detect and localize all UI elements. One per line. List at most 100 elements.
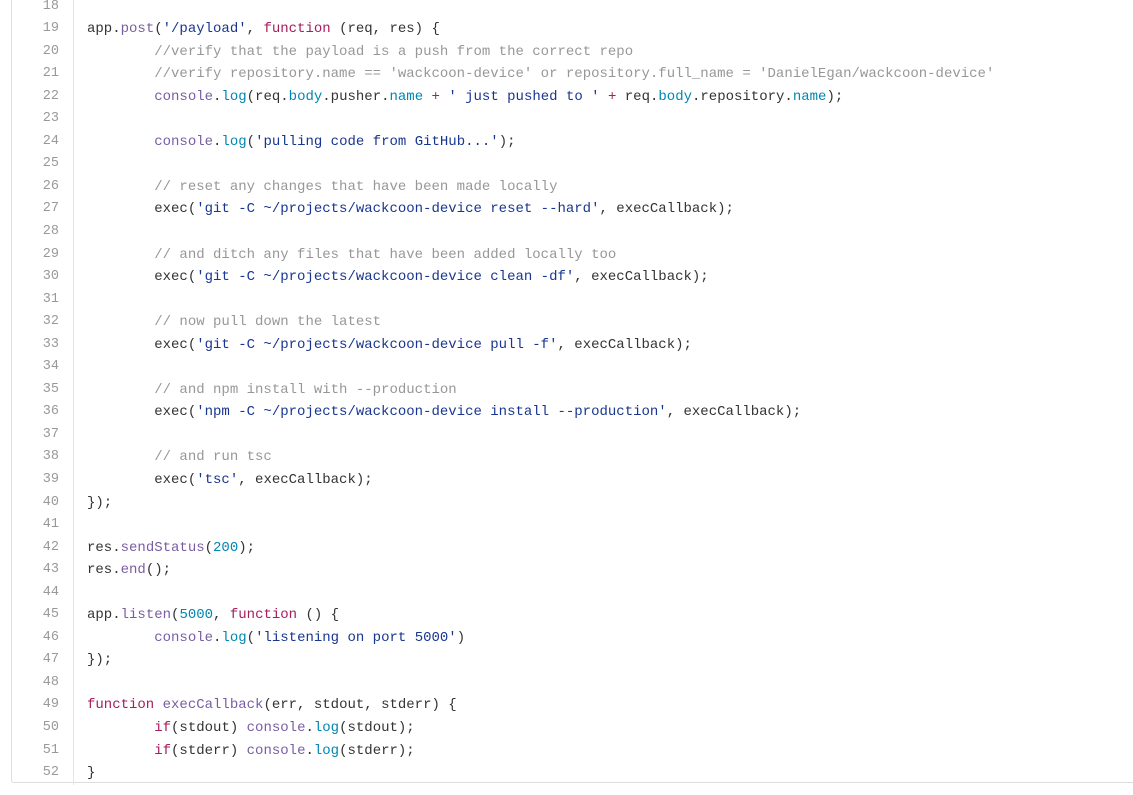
line-code: console.log(req.body.pusher.name + ' jus… bbox=[74, 86, 843, 109]
code-line: 33 exec('git -C ~/projects/wackcoon-devi… bbox=[0, 333, 994, 357]
text-token: ); bbox=[498, 133, 516, 150]
line-number: 45 bbox=[12, 604, 74, 627]
function-token: console bbox=[154, 88, 214, 105]
line-number: 50 bbox=[12, 717, 74, 740]
line-code: // reset any changes that have been made… bbox=[74, 176, 557, 199]
line-code: //verify repository.name == 'wackcoon-de… bbox=[74, 63, 994, 86]
line-number: 42 bbox=[12, 536, 74, 560]
line-code: }); bbox=[74, 492, 112, 515]
text-token: exec( bbox=[87, 201, 197, 218]
string-token: 'git -C ~/projects/wackcoon-device clean… bbox=[196, 269, 575, 286]
text-token: (req. bbox=[246, 88, 289, 105]
keyword-token: function bbox=[229, 607, 298, 624]
line-code: }); bbox=[74, 649, 112, 672]
line-number: 21 bbox=[12, 63, 74, 86]
line-number: 37 bbox=[12, 423, 74, 447]
line-code: // and run tsc bbox=[74, 446, 272, 469]
line-code: app.listen(5000, function () { bbox=[74, 604, 339, 627]
text-token: .repository. bbox=[692, 88, 793, 105]
comment-token: //verify that the payload is a push from… bbox=[154, 43, 634, 60]
code-line: 21 //verify repository.name == 'wackcoon… bbox=[0, 63, 994, 86]
property-token: log bbox=[221, 133, 247, 150]
string-token: 'pulling code from GitHub...' bbox=[255, 133, 499, 150]
code-line: 47}); bbox=[0, 649, 994, 672]
line-number: 20 bbox=[12, 40, 74, 64]
text-token: ); bbox=[238, 539, 256, 556]
code-line: 39 exec('tsc', execCallback); bbox=[0, 468, 994, 492]
text-token: ( bbox=[246, 629, 256, 646]
text-token: exec( bbox=[87, 336, 197, 353]
code-line: 31 bbox=[0, 288, 994, 312]
property-token: 5000 bbox=[179, 607, 214, 624]
line-code bbox=[74, 672, 87, 695]
code-line: 20 //verify that the payload is a push f… bbox=[0, 40, 994, 64]
function-token: execCallback bbox=[162, 697, 264, 714]
text-token: , execCallback); bbox=[666, 404, 802, 421]
line-code: // and ditch any files that have been ad… bbox=[74, 244, 616, 267]
string-token: '/payload' bbox=[162, 21, 247, 38]
text-token: , bbox=[213, 607, 230, 624]
code-line: 18 bbox=[0, 0, 994, 19]
keyword-token: + bbox=[431, 88, 440, 105]
text-token: exec( bbox=[87, 269, 197, 286]
line-number: 51 bbox=[12, 739, 74, 763]
line-number: 34 bbox=[12, 356, 74, 379]
code-line: 23 bbox=[0, 108, 994, 131]
text-token: (req, res) { bbox=[330, 21, 440, 38]
text-token: } bbox=[87, 765, 96, 782]
string-token: 'tsc' bbox=[196, 471, 239, 488]
text-token: (stderr); bbox=[339, 742, 415, 759]
line-code: console.log('pulling code from GitHub...… bbox=[74, 131, 516, 154]
line-code: // now pull down the latest bbox=[74, 311, 381, 334]
comment-token: // now pull down the latest bbox=[154, 314, 382, 331]
text-token: res. bbox=[87, 539, 121, 556]
code-line: 43 res.end(); bbox=[0, 559, 994, 582]
code-line: 48 bbox=[0, 671, 994, 695]
line-code: // and npm install with --production bbox=[74, 379, 457, 402]
line-number: 43 bbox=[12, 559, 74, 582]
line-code bbox=[74, 424, 87, 447]
line-number: 32 bbox=[12, 311, 74, 334]
line-number: 31 bbox=[12, 288, 74, 312]
line-number: 27 bbox=[12, 198, 74, 221]
code-line: 46 console.log('listening on port 5000') bbox=[0, 626, 994, 650]
code-line: 50 if(stdout) console.log(stdout); bbox=[0, 717, 994, 740]
line-code: app.post('/payload', function (req, res)… bbox=[74, 18, 440, 41]
code-line: 40}); bbox=[0, 491, 994, 515]
text-token: app. bbox=[87, 607, 121, 624]
text-token: exec( bbox=[87, 404, 197, 421]
text-token: . bbox=[305, 742, 314, 759]
text-token: (); bbox=[145, 562, 172, 579]
line-number: 18 bbox=[12, 0, 74, 19]
code-line: 52} bbox=[0, 762, 994, 785]
code-line: 25 bbox=[0, 153, 994, 176]
code-line: 24 console.log('pulling code from GitHub… bbox=[0, 130, 994, 154]
line-code: exec('git -C ~/projects/wackcoon-device … bbox=[74, 266, 709, 289]
code-line: 45 app.listen(5000, function () { bbox=[0, 604, 994, 627]
function-token: sendStatus bbox=[120, 539, 205, 556]
line-number: 19 bbox=[12, 18, 74, 41]
code-line: 36 exec('npm -C ~/projects/wackcoon-devi… bbox=[0, 401, 994, 424]
line-number: 41 bbox=[12, 514, 74, 537]
line-number: 40 bbox=[12, 491, 74, 515]
keyword-token: function bbox=[263, 21, 331, 38]
line-number: 47 bbox=[12, 649, 74, 672]
code-line: 38 // and run tsc bbox=[0, 446, 994, 469]
text-token: () { bbox=[297, 607, 340, 624]
code-line: 29 // and ditch any files that have been… bbox=[0, 243, 994, 267]
function-token: console bbox=[154, 133, 214, 150]
function-token: post bbox=[120, 21, 155, 38]
comment-token: // and npm install with --production bbox=[154, 381, 457, 398]
line-number: 26 bbox=[12, 175, 74, 199]
property-token: name bbox=[389, 88, 424, 105]
property-token: log bbox=[221, 629, 247, 646]
